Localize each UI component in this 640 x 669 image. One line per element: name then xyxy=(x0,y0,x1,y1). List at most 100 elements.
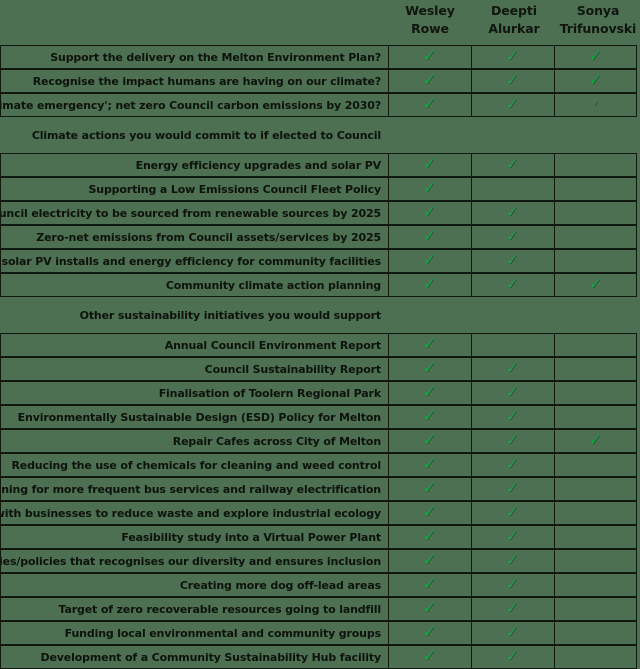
checkmark-cell[interactable] xyxy=(554,381,637,405)
checkmark-cell[interactable] xyxy=(554,573,637,597)
check-icon: ✓ xyxy=(422,453,438,474)
checkmark-cell[interactable] xyxy=(554,177,637,201)
table-row: Council Sustainability Report ✓ ✓ xyxy=(0,357,640,381)
check-icon: ✓ xyxy=(505,429,521,450)
checkmark-cell[interactable]: ✓ xyxy=(388,45,471,69)
checkmark-cell[interactable] xyxy=(554,357,637,381)
checkmark-cell[interactable]: ✓ xyxy=(471,381,554,405)
checkmark-cell[interactable]: ✓ xyxy=(388,333,471,357)
checkmark-cell[interactable]: ✓ xyxy=(471,201,554,225)
checkmark-cell[interactable]: ✓ xyxy=(471,357,554,381)
checkmark-cell[interactable]: ✓ xyxy=(388,549,471,573)
table-row: Finalisation of Toolern Regional Park ✓ ✓ xyxy=(0,381,640,405)
check-icon: ✓ xyxy=(505,477,521,498)
checkmark-cell[interactable]: ✓ xyxy=(388,201,471,225)
check-icon: ✓ xyxy=(505,249,521,270)
check-icon: ✓ xyxy=(422,249,438,270)
checkmark-cell[interactable]: ✓ xyxy=(471,621,554,645)
checkmark-cell[interactable]: ✓ xyxy=(554,273,637,297)
checkmark-cell[interactable] xyxy=(471,177,554,201)
checkmark-cell[interactable] xyxy=(554,597,637,621)
checkmark-cell[interactable]: ✓ xyxy=(388,621,471,645)
checkmark-cell[interactable]: ✓ xyxy=(471,597,554,621)
checkmark-cell[interactable]: ✓ xyxy=(471,573,554,597)
checkmark-cell[interactable]: ✓ xyxy=(471,405,554,429)
checkmark-cell[interactable] xyxy=(554,501,637,525)
section-heading-label: Climate actions you would commit to if e… xyxy=(31,128,381,142)
checkmark-cell[interactable]: ✓ xyxy=(388,405,471,429)
table-row: All Council electricity to be sourced fr… xyxy=(0,201,640,225)
checkmark-cell[interactable] xyxy=(554,525,637,549)
checkmark-cell[interactable]: ✓ xyxy=(554,45,637,69)
checkmark-cell[interactable]: ✓ xyxy=(388,501,471,525)
checkmark-cell[interactable]: ✓ xyxy=(388,525,471,549)
checkmark-cell[interactable]: ✓ xyxy=(471,273,554,297)
checkmark-cell[interactable] xyxy=(554,249,637,273)
checkmark-cell[interactable] xyxy=(554,405,637,429)
checkmark-cell[interactable]: ✓ xyxy=(471,429,554,453)
check-icon: ✓ xyxy=(422,153,438,174)
checkmark-cell[interactable]: ✓ xyxy=(471,525,554,549)
table-body: Support the delivery on the Melton Envir… xyxy=(0,45,640,669)
checkmark-cell[interactable]: ✓ xyxy=(471,549,554,573)
checkmark-cell[interactable] xyxy=(554,621,637,645)
checkmark-cell[interactable]: ✓ xyxy=(471,45,554,69)
checkmark-cell[interactable]: ✓ xyxy=(471,153,554,177)
check-icon: ✓ xyxy=(422,477,438,498)
checkmark-cell[interactable]: ✓ xyxy=(388,357,471,381)
table-header-row: Wesley Rowe Deepti Alurkar Sonya Trifuno… xyxy=(0,0,640,45)
checkmark-cell[interactable]: ✓ xyxy=(388,453,471,477)
checkmark-cell[interactable]: ✓ xyxy=(388,381,471,405)
checkmark-cell[interactable] xyxy=(554,333,637,357)
checkmark-cell[interactable]: ✓ xyxy=(554,93,637,117)
checkmark-cell[interactable] xyxy=(554,225,637,249)
checkmark-cell[interactable]: ✓ xyxy=(554,429,637,453)
candidate-last-name: Alurkar xyxy=(488,21,540,37)
checkmark-cell[interactable]: ✓ xyxy=(471,69,554,93)
checkmark-cell[interactable] xyxy=(554,453,637,477)
column-header-candidate-3: Sonya Trifunovski xyxy=(556,0,640,38)
row-label: Feasibility study into a Virtual Power P… xyxy=(0,525,388,549)
checkmark-cell[interactable]: ✓ xyxy=(388,273,471,297)
checkmark-cell[interactable]: ✓ xyxy=(388,249,471,273)
checkmark-cell[interactable]: ✓ xyxy=(388,93,471,117)
checkmark-cell[interactable]: ✓ xyxy=(471,225,554,249)
checkmark-cell[interactable]: ✓ xyxy=(471,453,554,477)
checkmark-cell[interactable]: ✓ xyxy=(388,177,471,201)
checkmark-cell[interactable]: ✓ xyxy=(471,501,554,525)
row-label: Supporting a Low Emissions Council Fleet… xyxy=(0,177,388,201)
table-row: Community climate action planning ✓ ✓ ✓ xyxy=(0,273,640,297)
checkmark-cell[interactable]: ✓ xyxy=(471,645,554,669)
checkmark-cell[interactable]: ✓ xyxy=(471,477,554,501)
checkmark-cell[interactable]: ✓ xyxy=(554,69,637,93)
checkmark-cell[interactable]: ✓ xyxy=(388,597,471,621)
checkmark-cell[interactable]: ✓ xyxy=(388,69,471,93)
candidate-first-name: Wesley xyxy=(405,3,455,18)
checkmark-cell[interactable]: ✓ xyxy=(388,477,471,501)
check-icon: ✓ xyxy=(422,177,438,198)
checkmark-cell[interactable]: ✓ xyxy=(388,645,471,669)
checkmark-cell[interactable]: ✓ xyxy=(388,153,471,177)
checkmark-cell[interactable]: ✓ xyxy=(388,573,471,597)
checkmark-cell[interactable]: ✓ xyxy=(388,429,471,453)
row-label: Annual Council Environment Report xyxy=(0,333,388,357)
row-label: Recognise the impact humans are having o… xyxy=(0,69,388,93)
checkmark-cell[interactable] xyxy=(554,645,637,669)
checkmark-cell[interactable]: ✓ xyxy=(471,93,554,117)
table-row: Supporting a Low Emissions Council Fleet… xyxy=(0,177,640,201)
checkmark-cell[interactable] xyxy=(554,549,637,573)
check-icon: ✓ xyxy=(422,501,438,522)
checkmark-cell[interactable]: ✓ xyxy=(388,225,471,249)
checkmark-cell[interactable] xyxy=(471,333,554,357)
check-icon: ✓ xyxy=(422,357,438,378)
check-icon: ✓ xyxy=(505,645,521,666)
checkmark-cell[interactable] xyxy=(554,477,637,501)
check-icon: ✓ xyxy=(422,273,438,294)
checkmark-cell[interactable] xyxy=(554,153,637,177)
section-heading-row: Climate actions you would commit to if e… xyxy=(0,123,640,147)
check-icon: ✓ xyxy=(422,573,438,594)
checkmark-cell[interactable] xyxy=(554,201,637,225)
check-icon: ✓ xyxy=(422,429,438,450)
table-row: Declare a 'climate emergency'; net zero … xyxy=(0,93,640,117)
checkmark-cell[interactable]: ✓ xyxy=(471,249,554,273)
